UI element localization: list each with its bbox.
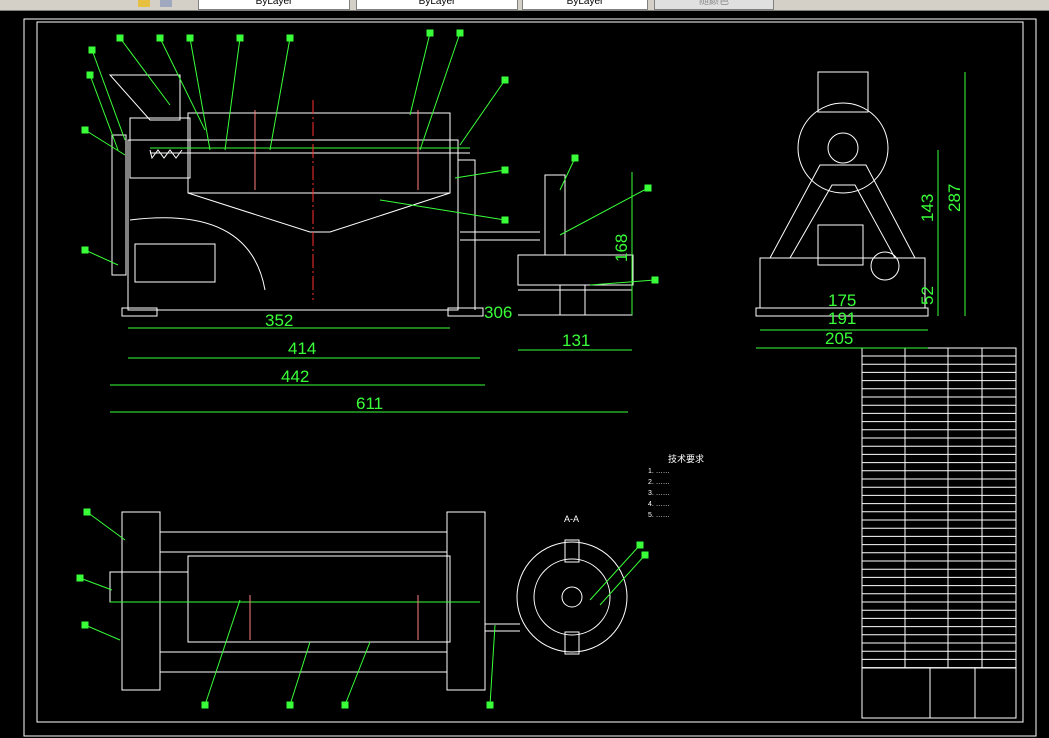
color-combo[interactable]: ByLayer <box>198 0 350 10</box>
balloon-leader <box>84 129 126 156</box>
dim-442: 442 <box>281 367 309 386</box>
balloon-marker <box>426 29 434 37</box>
layer-states-icon[interactable] <box>138 0 150 7</box>
balloon-marker <box>81 621 89 629</box>
balloon-marker <box>571 154 579 162</box>
plotstyle-combo[interactable]: 随颜色 <box>654 0 774 10</box>
note-line: 3. …… <box>648 490 670 497</box>
drawing-canvas[interactable]: 352 414 442 611 306 168 131 287 143 52 1… <box>0 11 1049 738</box>
balloon-leader <box>79 577 113 591</box>
balloon-leader <box>84 624 121 641</box>
note-line: 4. …… <box>648 501 670 508</box>
balloon-leader <box>84 249 119 266</box>
sheet-border <box>23 18 1037 737</box>
balloon-marker <box>644 184 652 192</box>
balloon-marker <box>81 246 89 254</box>
dim-52: 52 <box>918 286 937 305</box>
balloon-marker <box>186 34 194 42</box>
balloon-marker <box>116 34 124 42</box>
linetype-combo[interactable]: ByLayer <box>356 0 518 10</box>
dim-143: 143 <box>918 194 937 222</box>
note-line: 2. …… <box>648 479 670 486</box>
balloon-marker <box>236 34 244 42</box>
dim-306: 306 <box>484 303 512 322</box>
balloon-leader <box>289 641 311 706</box>
balloon-leader <box>589 544 641 601</box>
dim-191: 191 <box>828 309 856 328</box>
balloon-leader <box>86 511 126 541</box>
balloon-marker <box>286 701 294 709</box>
balloon-leader <box>409 32 431 116</box>
balloon-marker <box>651 276 659 284</box>
dim-205: 205 <box>825 329 853 348</box>
note-line: 1. …… <box>648 468 670 475</box>
balloon-marker <box>641 551 649 559</box>
dim-414: 414 <box>288 339 316 358</box>
dim-611: 611 <box>356 394 383 413</box>
balloon-leader <box>269 37 291 151</box>
balloon-leader <box>344 641 371 706</box>
balloon-marker <box>286 34 294 42</box>
dim-168: 168 <box>612 234 631 262</box>
top-view <box>109 511 520 691</box>
balloon-marker <box>501 216 509 224</box>
balloon-leader <box>599 554 646 606</box>
balloon-marker <box>341 701 349 709</box>
note-line: 5. …… <box>648 512 670 519</box>
balloon-leader <box>189 37 211 151</box>
dim-175: 175 <box>828 291 856 310</box>
balloon-marker <box>636 541 644 549</box>
section-label: A-A <box>564 514 579 524</box>
layer-previous-icon[interactable] <box>160 0 172 7</box>
balloon-leader <box>589 279 656 286</box>
notes-title: 技术要求 <box>668 453 704 464</box>
balloon-leader <box>559 157 576 191</box>
cad-drawing: 352 414 442 611 306 168 131 287 143 52 1… <box>23 18 1037 737</box>
balloon-leader <box>224 37 241 151</box>
front-view <box>108 74 634 317</box>
balloon-marker <box>76 574 84 582</box>
dimension-lines <box>110 72 966 413</box>
balloon-leader <box>559 187 649 236</box>
lineweight-combo[interactable]: ByLayer <box>522 0 648 10</box>
dim-352: 352 <box>265 311 293 330</box>
balloon-marker <box>81 126 89 134</box>
balloon-marker <box>83 508 91 516</box>
balloon-marker <box>86 71 94 79</box>
balloon-marker <box>486 701 494 709</box>
section-a-a <box>516 539 628 655</box>
balloon-leader <box>454 169 506 179</box>
balloon-marker <box>501 76 509 84</box>
side-view <box>755 71 929 317</box>
balloon-leader <box>89 74 119 151</box>
balloon-marker <box>156 34 164 42</box>
balloon-leader <box>489 624 496 706</box>
balloon-marker <box>201 701 209 709</box>
balloon-marker <box>501 166 509 174</box>
dim-131: 131 <box>562 331 590 350</box>
properties-toolbar: ByLayer ByLayer ByLayer 随颜色 <box>0 0 1049 11</box>
parts-list <box>861 347 1017 719</box>
balloon-marker <box>88 46 96 54</box>
dim-287: 287 <box>945 184 964 212</box>
balloon-leader <box>459 79 506 146</box>
balloon-marker <box>456 29 464 37</box>
